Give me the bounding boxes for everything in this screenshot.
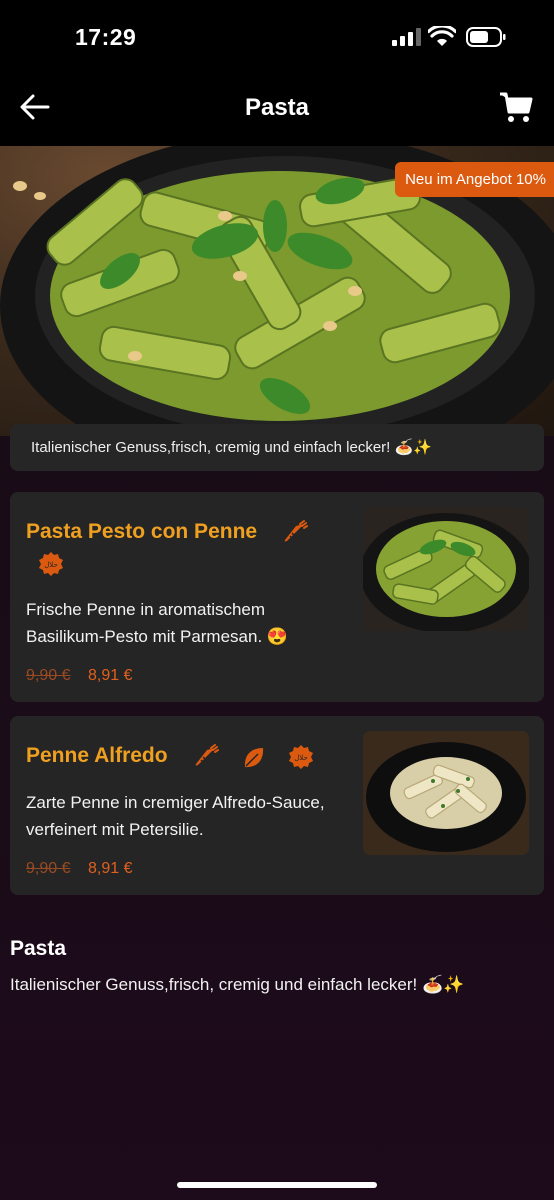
menu-item-card[interactable]: Penne Alfredo حلال Zarte Penne in cremig…: [10, 716, 544, 895]
halal-icon: حلال: [39, 552, 63, 576]
hero-tagline: Italienischer Genuss,frisch, cremig und …: [10, 424, 544, 471]
old-price: 9,90 €: [26, 860, 71, 877]
menu-item-description: Zarte Penne in cremiger Alfredo-Sauce, v…: [26, 793, 325, 839]
section-title: Pasta: [10, 937, 67, 960]
status-bar: 17:29: [0, 0, 554, 74]
promo-badge: Neu im Angebot 10%: [395, 162, 554, 197]
old-price: 9,90 €: [26, 667, 71, 684]
navigation-bar: Pasta: [0, 74, 554, 146]
wifi-icon: [428, 26, 456, 46]
menu-item-image: [363, 507, 529, 631]
hero-image: Neu im Angebot 10%: [0, 146, 554, 436]
menu-item-title: Pasta Pesto con Penne: [26, 520, 258, 543]
new-price: 8,91 €: [88, 860, 133, 877]
svg-text:حلال: حلال: [294, 754, 308, 762]
status-time: 17:29: [75, 24, 137, 50]
shopping-cart-icon[interactable]: [498, 90, 534, 124]
battery-icon: [466, 27, 506, 47]
page-title: Pasta: [244, 94, 310, 121]
menu-item-title: Penne Alfredo: [26, 744, 168, 767]
menu-item-card[interactable]: Pasta Pesto con Penne حلال Frische Penne…: [10, 492, 544, 702]
carrot-icon: [284, 520, 308, 542]
new-price: 8,91 €: [88, 667, 133, 684]
cellular-signal-icon: [392, 28, 421, 46]
halal-icon: حلال: [289, 745, 313, 769]
section-description: Italienischer Genuss,frisch, cremig und …: [10, 975, 465, 994]
menu-item-image: [363, 731, 529, 855]
leaf-icon: [244, 748, 264, 768]
svg-text:حلال: حلال: [44, 561, 58, 569]
home-indicator[interactable]: [177, 1182, 377, 1188]
carrot-icon: [195, 744, 219, 766]
menu-item-description: Frische Penne in aromatischem Basilikum-…: [26, 600, 289, 646]
